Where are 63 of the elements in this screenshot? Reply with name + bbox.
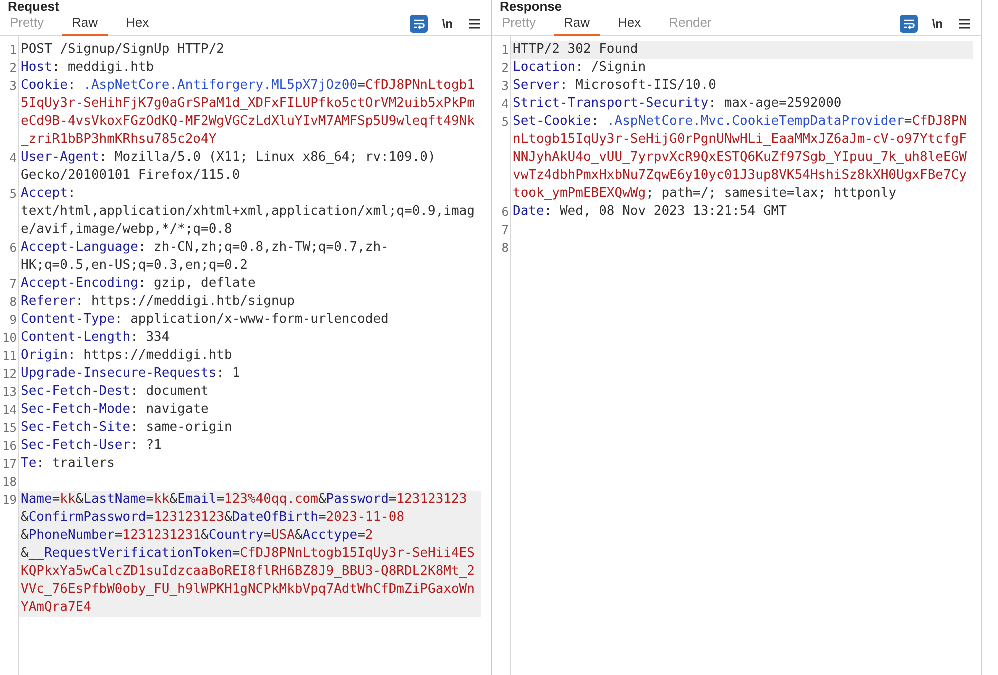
line-number: 12 xyxy=(2,366,18,383)
code-line: Set-Cookie: .AspNetCore.Mvc.CookieTempDataProvider=CfDJ8PNnLtogb15IqUy3r-SeHijG0rPgnUNwHLi_EaaMMxJZ6aJm-cV-o97YtcfgFNNJyhAkU4o_vUU_7yrpvXcR9QxESTQ6KuZf97Sgb_YIpuu_7k_uh8leEGWvwTz4dbhPmxHxbNu7ZqwE6y10yc01J3up8VK54HshiSz8kXH0UgxFBe7Cytook_ymPmEBEXQwWg; path=/; samesite=lax; httponly xyxy=(512,113,968,203)
line-number: 3 xyxy=(8,78,18,95)
line-number: 4 xyxy=(8,150,18,167)
code-line: Origin: https://meddigi.htb xyxy=(20,347,234,365)
code-line: Upgrade-Insecure-Requests: 1 xyxy=(20,365,242,383)
line-number: 7 xyxy=(500,222,510,239)
menu-icon xyxy=(958,18,970,28)
wrap-icon xyxy=(413,18,426,28)
line-number: 13 xyxy=(2,384,18,401)
line-number: 2 xyxy=(500,60,510,77)
code-line: Content-Type: application/x-www-form-urlencoded xyxy=(20,311,390,329)
line-number: 8 xyxy=(8,294,18,311)
pane-title: Request xyxy=(7,0,60,12)
pane-title: Response xyxy=(499,0,564,12)
code-line: Strict-Transport-Security: max-age=2592000 xyxy=(512,95,843,113)
line-number: 2 xyxy=(8,60,18,77)
code-line: Date: Wed, 08 Nov 2023 13:21:54 GMT xyxy=(512,203,788,221)
code-line: Referer: https://meddigi.htb/signup xyxy=(20,293,296,311)
line-number: 18 xyxy=(2,474,18,491)
code-line: Te: trailers xyxy=(20,455,116,473)
line-number: 16 xyxy=(2,438,18,455)
code-line: Cookie: .AspNetCore.Antiforgery.ML5pX7jOz00=CfDJ8PNnLtogb15IqUy3r-SeHihFjK7g0aGrSPaM1d_XDFxFILUPfko5ctOrVM2uib5xPkPmeCd9B-4vsVkoxFGzOdKQ-MF2WgVGCzLdXluYIvM7AMFSp5U9wleqft49Nk_zriR1bBP3hmKRhsu785c2o4Y xyxy=(20,77,476,149)
line-number: 14 xyxy=(2,402,18,419)
code-line: POST /Signup/SignUp HTTP/2 xyxy=(20,41,226,59)
code-line: Content-Length: 334 xyxy=(20,329,171,347)
code-line: Server: Microsoft-IIS/10.0 xyxy=(512,77,718,95)
code-line: Sec-Fetch-User: ?1 xyxy=(20,437,163,455)
code-line: User-Agent: Mozilla/5.0 (X11; Linux x86_64; rv:109.0) Gecko/20100101 Firefox/115.0 xyxy=(20,149,437,185)
line-number: 1 xyxy=(8,42,18,59)
menu-icon xyxy=(468,18,480,28)
code-line: Host: meddigi.htb xyxy=(20,59,156,77)
view-tab[interactable]: Hex xyxy=(116,12,160,36)
line-number: 9 xyxy=(8,312,18,329)
wrap-lines-button[interactable] xyxy=(410,14,428,32)
line-number: 5 xyxy=(8,186,18,203)
code-line: Sec-Fetch-Dest: document xyxy=(20,383,210,401)
view-tab[interactable]: Hex xyxy=(608,12,652,36)
newline-toggle-button[interactable]: \n xyxy=(438,14,457,32)
line-number: 6 xyxy=(8,240,18,257)
line-number: 15 xyxy=(2,420,18,437)
newline-toggle-button[interactable]: \n xyxy=(928,14,947,32)
line-number: 11 xyxy=(2,348,18,365)
code-line: Accept-Language: zh-CN,zh;q=0.8,zh-TW;q=0.7,zh-HK;q=0.5,en-US;q=0.3,en;q=0.2 xyxy=(20,239,390,275)
line-number: 8 xyxy=(500,240,510,257)
view-tab[interactable]: Raw xyxy=(554,12,600,36)
code-line: Location: /Signin xyxy=(512,59,648,77)
line-number: 1 xyxy=(500,42,510,59)
line-number: 10 xyxy=(2,330,18,347)
wrap-lines-button[interactable] xyxy=(900,14,918,32)
code-line: Accept-Encoding: gzip, deflate xyxy=(20,275,257,293)
line-number: 4 xyxy=(500,96,510,113)
line-number: 17 xyxy=(2,456,18,473)
code-line: Sec-Fetch-Site: same-origin xyxy=(20,419,234,437)
code-line: Sec-Fetch-Mode: navigate xyxy=(20,401,210,419)
line-number: 3 xyxy=(500,78,510,95)
code-line: Accept: text/html,application/xhtml+xml,application/xml;q=0.9,image/avif,image/webp,*/*;q=0.8 xyxy=(20,185,476,239)
line-number: 5 xyxy=(500,114,510,131)
wrap-icon xyxy=(903,18,916,28)
view-tab[interactable]: Raw xyxy=(62,12,108,36)
line-number: 6 xyxy=(500,204,510,221)
line-number: 19 xyxy=(2,492,18,509)
line-number: 7 xyxy=(8,276,18,293)
